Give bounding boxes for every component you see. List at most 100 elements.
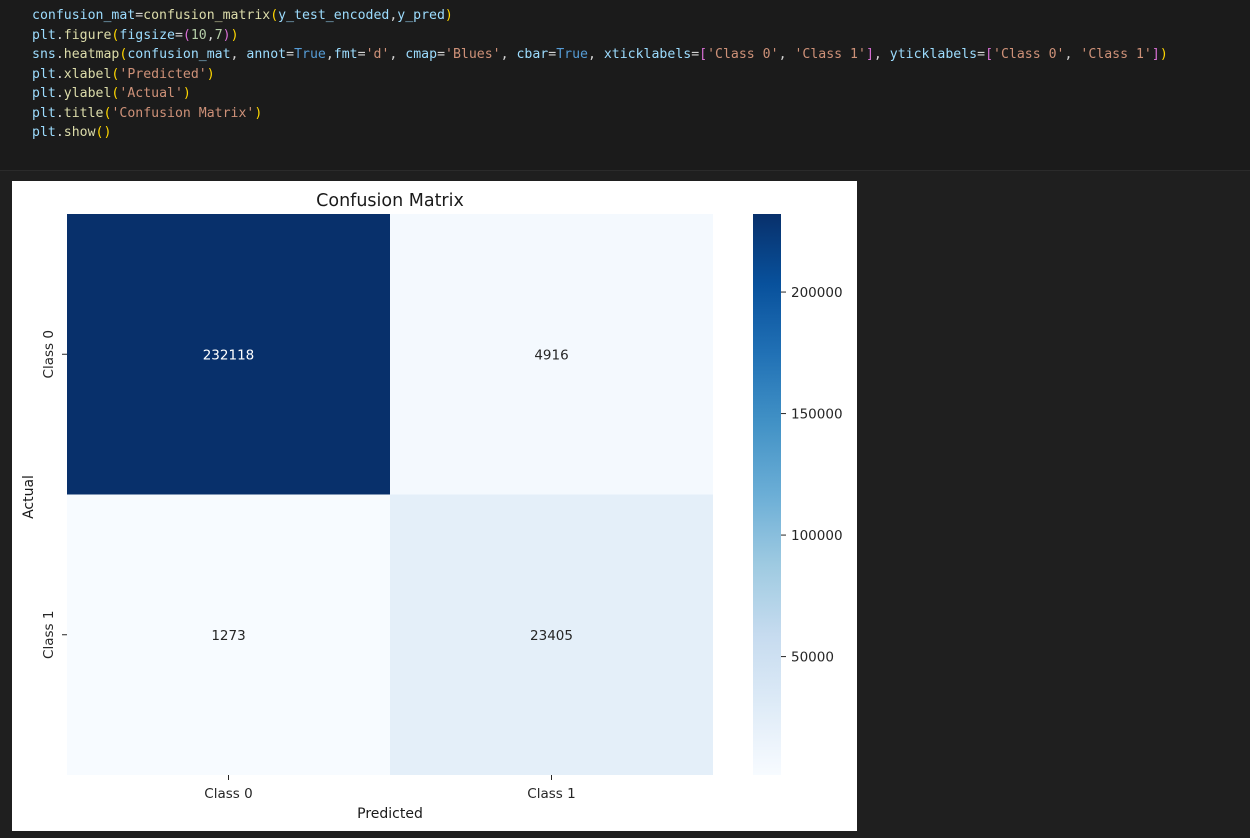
code-token: 'Actual' (119, 86, 183, 101)
code-token: = (174, 27, 183, 43)
confusion-matrix-heatmap: Confusion Matrix Predicted Actual 232118… (21, 191, 843, 822)
code-token: ) (230, 27, 239, 43)
code-token: 'Predicted' (119, 66, 207, 82)
code-token: . (55, 27, 64, 43)
code-token: = (357, 47, 366, 62)
code-token: = (437, 47, 446, 62)
code-token: 'Blues' (445, 47, 501, 62)
code-token: , (500, 47, 517, 62)
code-editor[interactable]: confusion_mat=confusion_matrix(y_test_en… (32, 6, 1168, 143)
colorbar-tick-label: 200000 (791, 285, 843, 301)
code-token: , (230, 47, 247, 62)
code-token: = (548, 47, 557, 62)
y-axis-label: Actual (21, 475, 37, 519)
cell-annotation: 4916 (534, 347, 568, 363)
x-tick-label: Class 0 (204, 786, 252, 802)
code-token: plt (32, 66, 56, 82)
code-token: ( (182, 27, 191, 43)
y-tick-label: Class 1 (41, 611, 57, 659)
code-token: , (206, 27, 215, 43)
code-token: = (286, 47, 295, 62)
code-line: plt.xlabel('Predicted') (32, 65, 1168, 85)
code-token: plt (32, 105, 56, 121)
code-token: , (389, 47, 406, 62)
code-token: True (294, 47, 326, 62)
y-tick-label: Class 0 (41, 330, 57, 378)
code-token: 10 (190, 27, 207, 43)
code-token: xlabel (63, 66, 112, 82)
code-token: 'Class 1' (794, 47, 866, 62)
cell-annotation: 232118 (203, 347, 255, 363)
code-token: ( (270, 8, 279, 23)
code-line: plt.title('Confusion Matrix') (32, 104, 1168, 124)
heatmap-cells: 232118 4916 1273 23405 (67, 214, 713, 775)
code-token: yticklabels (889, 47, 978, 62)
code-token: plt (32, 125, 56, 140)
code-token: ) (103, 125, 112, 140)
colorbar-tick-label: 50000 (791, 650, 834, 666)
code-token: figure (63, 27, 112, 43)
code-token: 7 (214, 27, 223, 43)
cell-annotation: 1273 (211, 628, 245, 644)
code-token: sns (32, 47, 56, 62)
cell-output: Confusion Matrix Predicted Actual 232118… (12, 181, 857, 831)
code-cell[interactable]: confusion_mat=confusion_matrix(y_test_en… (0, 0, 1250, 171)
code-token: 'Confusion Matrix' (111, 105, 255, 121)
x-axis-label: Predicted (357, 806, 423, 822)
code-token: fmt (333, 47, 358, 62)
code-token: ) (222, 27, 231, 43)
code-token: cmap (405, 47, 438, 62)
code-token: [ (699, 47, 708, 62)
code-token: cbar (516, 47, 549, 62)
code-token: xticklabels (603, 47, 692, 62)
code-line: plt.show() (32, 123, 1168, 143)
code-token: confusion_mat (127, 47, 231, 62)
code-token: , (778, 47, 795, 62)
code-token: confusion_matrix (143, 8, 271, 23)
cell-annotation: 23405 (530, 628, 573, 644)
code-token: y_test_encoded (278, 8, 390, 23)
code-token: figsize (119, 27, 175, 43)
code-token: ( (95, 125, 104, 140)
code-token: ) (1159, 47, 1168, 62)
code-token: [ (985, 47, 994, 62)
code-token: heatmap (63, 47, 120, 62)
code-token: . (55, 47, 64, 62)
code-token: True (556, 47, 588, 62)
x-tick-label: Class 1 (527, 786, 575, 802)
colorbar-fill (753, 214, 781, 775)
code-token: 'Class 0' (993, 47, 1065, 62)
code-token: confusion_mat (32, 8, 136, 23)
code-token: ) (182, 86, 191, 101)
code-token: annot (246, 47, 287, 62)
colorbar-tick-label: 100000 (791, 528, 843, 544)
colorbar-tick-label: 150000 (791, 407, 843, 423)
code-token: . (55, 125, 64, 140)
code-token: ) (444, 8, 453, 23)
code-token: ] (865, 47, 874, 62)
code-token: y_pred (397, 8, 445, 23)
code-token: title (63, 105, 104, 121)
code-line: sns.heatmap(confusion_mat, annot=True,fm… (32, 45, 1168, 65)
code-token: plt (32, 27, 56, 43)
code-token: . (55, 86, 64, 101)
colorbar: 50000 100000 150000 200000 (753, 214, 843, 775)
code-token: = (135, 8, 144, 23)
code-token: , (587, 47, 604, 62)
code-line: plt.ylabel('Actual') (32, 84, 1168, 104)
code-token: . (55, 105, 64, 121)
chart-title: Confusion Matrix (316, 191, 464, 211)
code-token: , (325, 47, 334, 62)
code-token: = (691, 47, 700, 62)
code-token: . (55, 66, 64, 82)
code-token: 'Class 0' (707, 47, 779, 62)
code-token: , (873, 47, 890, 62)
code-token: ylabel (63, 86, 112, 101)
code-token: , (1064, 47, 1081, 62)
code-token: = (977, 47, 986, 62)
code-token: 'd' (365, 47, 390, 62)
code-token: show (63, 125, 96, 140)
code-token: ) (254, 105, 263, 121)
code-token: ) (206, 66, 215, 82)
code-line: confusion_mat=confusion_matrix(y_test_en… (32, 6, 1168, 26)
